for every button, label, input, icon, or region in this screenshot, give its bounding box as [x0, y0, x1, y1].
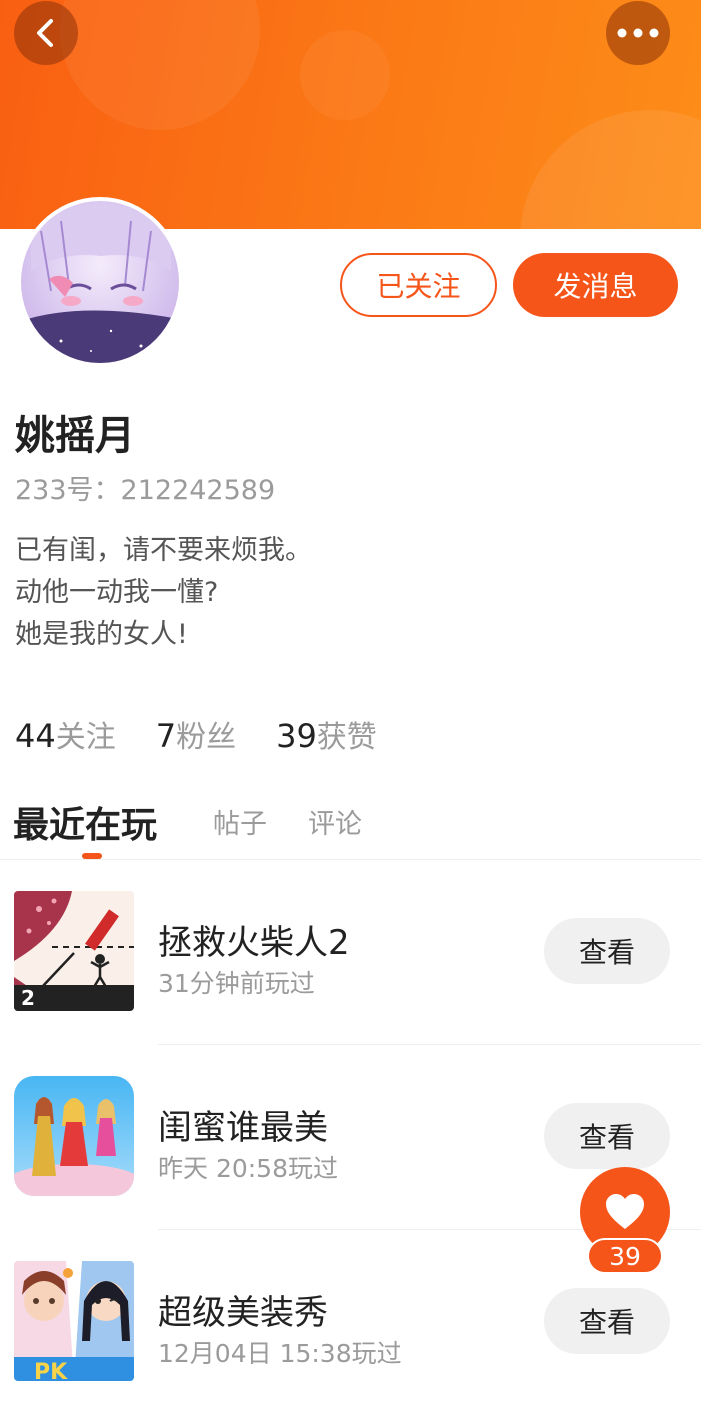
stat-number: 44: [15, 717, 56, 755]
stat-number: 39: [276, 717, 317, 755]
game-played-time: 12月04日 15:38玩过: [158, 1339, 402, 1368]
chevron-left-icon: [37, 19, 53, 47]
game-title: 拯救火柴人2: [158, 923, 350, 963]
bio-line: 动他一动我一懂?: [15, 577, 219, 608]
more-dots-icon: [617, 28, 659, 38]
game-played-time: 昨天 20:58玩过: [158, 1154, 338, 1183]
followed-button[interactable]: 已关注: [340, 253, 497, 317]
tab-recently-played[interactable]: 最近在玩: [13, 796, 157, 848]
send-message-button[interactable]: 发消息: [513, 253, 678, 317]
like-count-badge: 39: [587, 1238, 663, 1274]
stat-likes[interactable]: 39获赞: [276, 712, 377, 756]
makeup-show-game-icon: PK: [14, 1261, 134, 1381]
list-item[interactable]: 2 拯救火柴人2 31分钟前玩过 查看: [0, 860, 701, 1045]
stat-label: 关注: [55, 720, 116, 755]
beauty-contest-game-icon: [14, 1076, 134, 1196]
back-button[interactable]: [14, 1, 78, 65]
game-played-time: 31分钟前玩过: [158, 969, 315, 998]
user-bio: 已有闺，请不要来烦我。 动他一动我一懂? 她是我的女人!: [15, 530, 312, 656]
anime-avatar-image: [21, 201, 179, 363]
avatar[interactable]: [17, 197, 183, 367]
game-title: 超级美装秀: [158, 1293, 328, 1333]
game-title: 闺蜜谁最美: [158, 1108, 328, 1148]
stat-label: 获赞: [316, 720, 377, 755]
stickman-game-icon: 2: [14, 891, 134, 1011]
view-button[interactable]: 查看: [544, 918, 670, 984]
user-id: 233号：212242589: [15, 475, 276, 506]
svg-text:PK: PK: [34, 1360, 68, 1381]
heart-icon: [606, 1194, 644, 1229]
stat-followers[interactable]: 7粉丝: [156, 712, 236, 756]
stat-number: 7: [155, 717, 177, 755]
stat-label: 粉丝: [176, 720, 237, 755]
profile-stats: 44关注 7粉丝 39获赞: [15, 712, 377, 756]
banner-decoration: [60, 0, 260, 130]
profile-banner: [0, 0, 701, 229]
stat-following[interactable]: 44关注: [15, 712, 116, 756]
bio-line: 已有闺，请不要来烦我。: [15, 535, 312, 566]
view-button[interactable]: 查看: [544, 1288, 670, 1354]
tab-posts[interactable]: 帖子: [213, 802, 267, 841]
svg-text:2: 2: [21, 986, 35, 1010]
view-button[interactable]: 查看: [544, 1103, 670, 1169]
user-name: 姚摇月: [15, 413, 135, 459]
tab-comments[interactable]: 评论: [308, 802, 362, 841]
more-button[interactable]: [606, 1, 670, 65]
banner-decoration: [300, 30, 390, 120]
bio-line: 她是我的女人!: [15, 619, 188, 650]
banner-decoration: [520, 110, 701, 229]
